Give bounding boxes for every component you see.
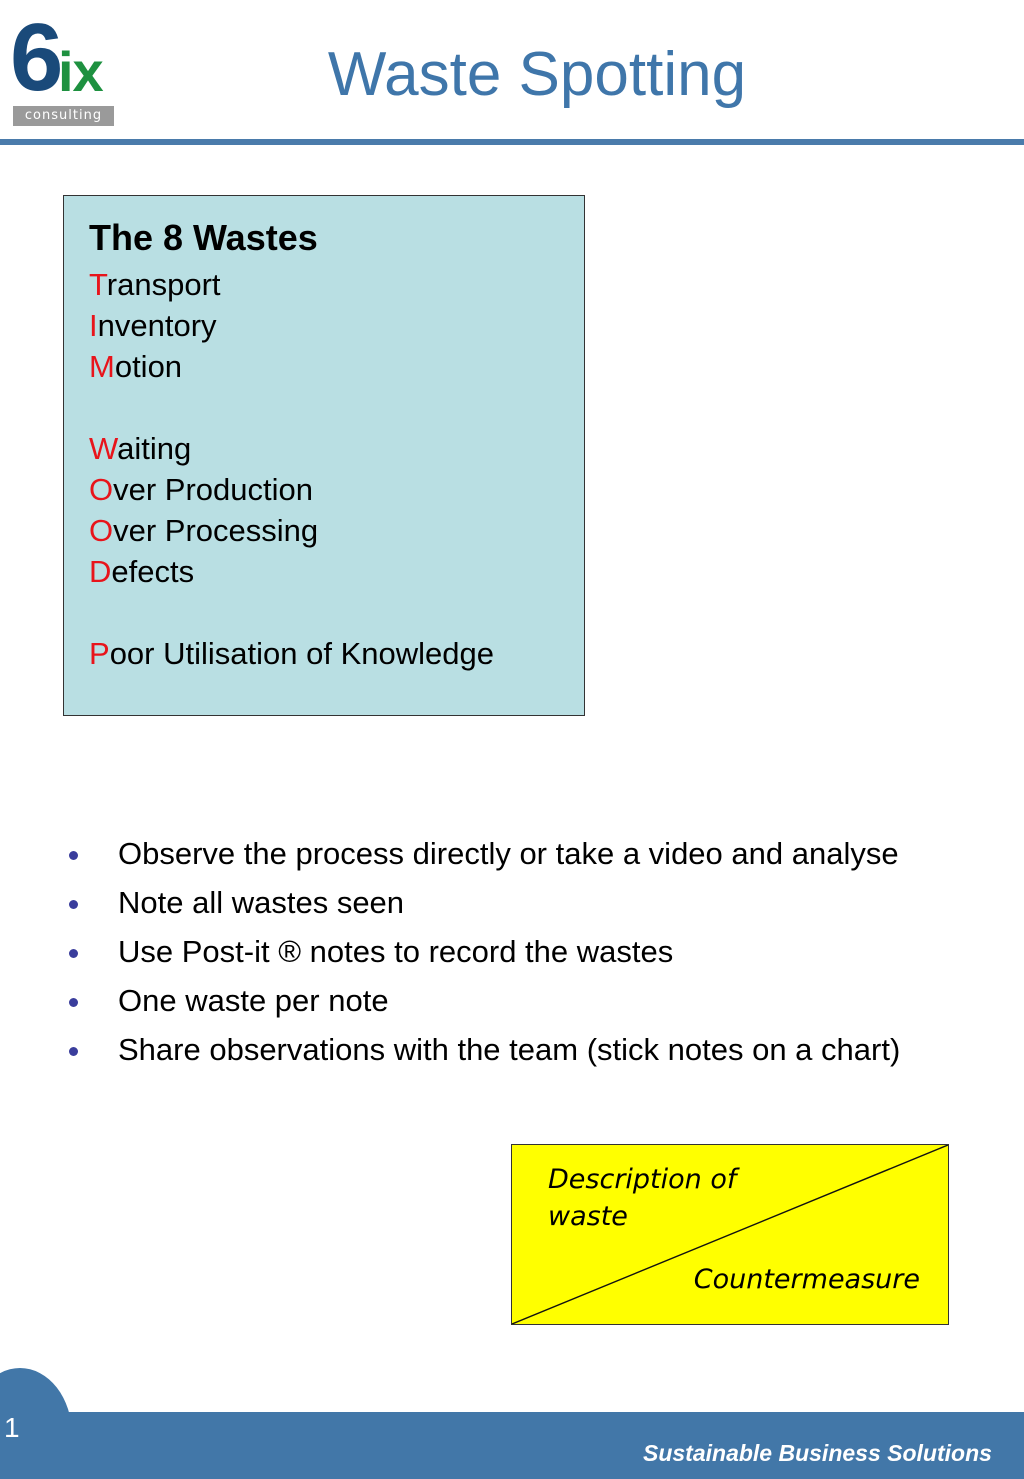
waste-rest: otion — [114, 349, 183, 384]
bullet-dot-icon — [69, 998, 78, 1007]
waste-initial: O — [89, 513, 114, 548]
waste-item: Motion — [89, 346, 584, 387]
wastes-box-title: The 8 Wastes — [89, 217, 318, 258]
waste-initial: M — [89, 349, 115, 384]
waste-rest: efects — [111, 554, 195, 589]
waste-rest: aiting — [117, 431, 192, 466]
list-item: One waste per note — [62, 981, 922, 1021]
list-item: Observe the process directly or take a v… — [62, 834, 922, 874]
waste-initial: D — [89, 554, 112, 589]
postit-description-label: Description of waste — [548, 1164, 737, 1232]
waste-item: Defects — [89, 551, 584, 592]
bullet-dot-icon — [69, 900, 78, 909]
waste-initial: O — [89, 472, 114, 507]
page-number: 1 — [4, 1412, 20, 1443]
waste-rest: oor Utilisation of Knowledge — [109, 636, 494, 671]
list-item: Use Post-it ® notes to record the wastes — [62, 932, 922, 972]
list-item: Share observations with the team (stick … — [62, 1030, 922, 1070]
waste-rest: nventory — [97, 308, 217, 343]
list-item-text: One waste per note — [118, 983, 389, 1018]
waste-item: Over Processing — [89, 510, 584, 551]
waste-initial: W — [89, 431, 118, 466]
postit-note-example: Description of waste Countermeasure — [511, 1144, 949, 1325]
waste-item: Over Production — [89, 469, 584, 510]
list-item-text: Observe the process directly or take a v… — [118, 836, 899, 871]
footer-tagline: Sustainable Business Solutions — [643, 1440, 992, 1466]
waste-initial: P — [89, 636, 110, 671]
instruction-list: Observe the process directly or take a v… — [62, 834, 922, 1079]
list-item-text: Note all wastes seen — [118, 885, 405, 920]
list-item: Note all wastes seen — [62, 883, 922, 923]
waste-initial: T — [89, 267, 107, 302]
eight-wastes-box: The 8 Wastes Transport Inventory Motion … — [63, 195, 585, 716]
waste-rest: ver Processing — [113, 513, 319, 548]
list-item-text: Use Post-it ® notes to record the wastes — [118, 934, 674, 969]
waste-initial: I — [89, 308, 98, 343]
postit-countermeasure-label: Countermeasure — [693, 1264, 920, 1295]
waste-item: Poor Utilisation of Knowledge — [89, 633, 584, 674]
waste-item: Transport — [89, 264, 584, 305]
waste-rest: ver Production — [113, 472, 314, 507]
list-item-text: Share observations with the team (stick … — [118, 1032, 901, 1067]
bullet-dot-icon — [69, 1047, 78, 1056]
bullet-dot-icon — [69, 949, 78, 958]
bullet-dot-icon — [69, 851, 78, 860]
waste-rest: ransport — [106, 267, 221, 302]
header-divider — [0, 139, 1024, 145]
waste-item: Inventory — [89, 305, 584, 346]
page-title: Waste Spotting — [327, 40, 747, 109]
waste-item: Waiting — [89, 428, 584, 469]
